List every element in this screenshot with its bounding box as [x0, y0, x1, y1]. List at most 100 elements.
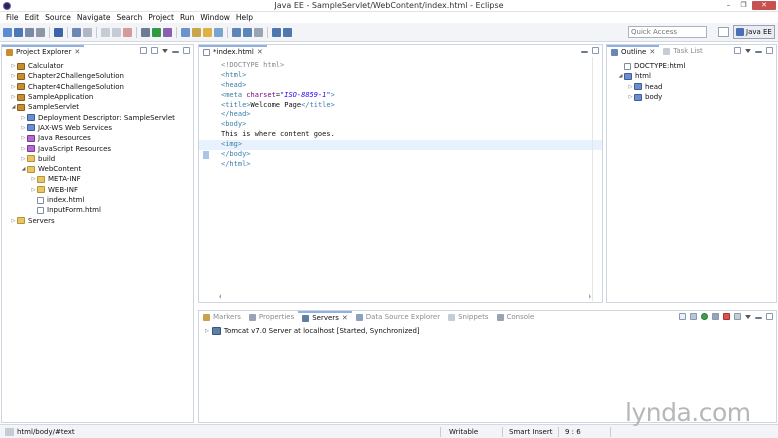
link-editor-icon[interactable] [151, 47, 158, 54]
collapse-icon[interactable] [679, 313, 686, 320]
tab-properties[interactable]: Properties [245, 311, 298, 323]
minimize-view-icon[interactable] [581, 51, 588, 53]
terminate-icon[interactable] [123, 28, 132, 37]
open-folder-icon[interactable] [203, 28, 212, 37]
close-icon[interactable]: ✕ [649, 48, 655, 56]
close-icon[interactable]: ✕ [257, 48, 263, 56]
sort-icon[interactable] [734, 47, 741, 54]
outline-item[interactable]: ▷ body [607, 92, 776, 102]
debug-icon[interactable] [141, 28, 150, 37]
expand-icon[interactable]: ▷ [10, 63, 17, 69]
new-package-icon[interactable] [192, 28, 201, 37]
tree-item[interactable]: ▷ Chapter4ChallengeSolution [2, 82, 193, 92]
tree-item[interactable]: ▷ Servers [2, 215, 193, 225]
tab-data-source-explorer[interactable]: Data Source Explorer [352, 311, 444, 323]
minimize-button[interactable]: – [722, 1, 735, 10]
code-editor[interactable]: <!DOCTYPE html> <html> <head> <meta charset… [199, 61, 602, 170]
outline-item[interactable]: ◢ html [607, 71, 776, 81]
menu-help[interactable]: Help [233, 12, 256, 23]
server-row-tomcat[interactable]: ▷ Tomcat v7.0 Server at localhost [Start… [199, 326, 776, 336]
tree-item[interactable]: ◢ SampleServlet [2, 102, 193, 112]
menu-project[interactable]: Project [145, 12, 177, 23]
suspend-icon[interactable] [112, 28, 121, 37]
code-line[interactable]: This is where content goes. [221, 130, 588, 140]
servers-icon[interactable] [72, 28, 81, 37]
code-line[interactable]: <body> [221, 120, 588, 130]
profile-server-icon[interactable] [712, 313, 719, 320]
expand-icon[interactable]: ▷ [20, 135, 27, 141]
quick-access-input[interactable] [628, 26, 707, 38]
expand-icon[interactable]: ▷ [10, 218, 17, 224]
outline-item[interactable]: DOCTYPE:html [607, 61, 776, 71]
expand-icon[interactable]: ◢ [10, 104, 17, 110]
expand-icon[interactable]: ▷ [627, 84, 634, 90]
expand-icon[interactable]: ▷ [20, 146, 27, 152]
skip-breakpoints-icon[interactable] [83, 28, 92, 37]
prev-annotation-icon[interactable] [232, 28, 241, 37]
tree-item[interactable]: ▷ Calculator [2, 61, 193, 71]
resume-icon[interactable] [101, 28, 110, 37]
code-line[interactable]: </head> [221, 110, 588, 120]
horizontal-scrollbar[interactable] [219, 293, 591, 299]
save-icon[interactable] [14, 28, 23, 37]
tree-item[interactable]: ▷ build [2, 154, 193, 164]
web-browser-icon[interactable] [181, 28, 190, 37]
open-perspective-icon[interactable] [718, 27, 729, 37]
minimize-view-icon[interactable] [755, 317, 762, 319]
maximize-view-icon[interactable] [183, 47, 190, 54]
publish-icon[interactable] [734, 313, 741, 320]
tab-servers[interactable]: Servers ✕ [298, 311, 352, 323]
minimize-view-icon[interactable] [172, 51, 179, 53]
tree-item[interactable]: ▷ WEB-INF [2, 185, 193, 195]
menu-file[interactable]: File [3, 12, 22, 23]
collapse-all-icon[interactable] [140, 47, 147, 54]
back-icon[interactable] [272, 28, 281, 37]
code-line[interactable]: <img> [199, 140, 602, 151]
expand-icon[interactable]: ▷ [20, 125, 27, 131]
menu-edit[interactable]: Edit [22, 12, 43, 23]
maximize-view-icon[interactable] [766, 47, 773, 54]
maximize-view-icon[interactable] [766, 313, 773, 320]
maximize-button[interactable]: ❐ [737, 1, 750, 10]
pin-icon[interactable] [254, 28, 263, 37]
menu-source[interactable]: Source [42, 12, 74, 23]
code-line[interactable]: </html> [221, 160, 588, 170]
code-line[interactable]: <html> [221, 71, 588, 81]
tab-snippets[interactable]: Snippets [444, 311, 492, 323]
stop-server-icon[interactable] [723, 313, 730, 320]
tree-item[interactable]: index.html [2, 195, 193, 205]
new-icon[interactable] [3, 28, 12, 37]
forward-icon[interactable] [283, 28, 292, 37]
tree-item[interactable]: ▷ JAX-WS Web Services [2, 123, 193, 133]
outline-item[interactable]: ▷ head [607, 82, 776, 92]
tree-item[interactable]: InputForm.html [2, 205, 193, 215]
java-ee-perspective-button[interactable]: Java EE [733, 25, 775, 39]
run-icon[interactable] [152, 28, 161, 37]
expand-icon[interactable]: ▷ [30, 187, 37, 193]
menu-search[interactable]: Search [114, 12, 146, 23]
code-line[interactable]: <meta charset="ISO-8859-1"> [221, 91, 588, 101]
menu-navigate[interactable]: Navigate [74, 12, 114, 23]
view-menu-icon[interactable] [745, 314, 751, 319]
close-button[interactable]: ✕ [752, 1, 776, 10]
tree-item[interactable]: ▷ JavaScript Resources [2, 143, 193, 153]
expand-icon[interactable]: ▷ [20, 115, 27, 121]
expand-icon[interactable]: ▷ [205, 328, 209, 334]
save-all-icon[interactable] [25, 28, 34, 37]
tree-item[interactable]: ▷ META-INF [2, 174, 193, 184]
view-menu-icon[interactable] [745, 48, 751, 53]
expand-icon[interactable]: ◢ [617, 73, 624, 79]
start-server-icon[interactable] [701, 313, 708, 320]
open-type-icon[interactable] [54, 28, 63, 37]
tree-item[interactable]: ▷ Java Resources [2, 133, 193, 143]
tree-item[interactable]: ▷ SampleApplication [2, 92, 193, 102]
tree-item[interactable]: ◢ WebContent [2, 164, 193, 174]
search-icon[interactable] [214, 28, 223, 37]
close-icon[interactable]: ✕ [74, 48, 80, 56]
minimize-view-icon[interactable] [755, 51, 762, 53]
code-line[interactable]: </body> [221, 150, 588, 160]
debug-server-icon[interactable] [690, 313, 697, 320]
maximize-view-icon[interactable] [592, 47, 599, 54]
menu-run[interactable]: Run [177, 12, 197, 23]
profile-icon[interactable] [163, 28, 172, 37]
